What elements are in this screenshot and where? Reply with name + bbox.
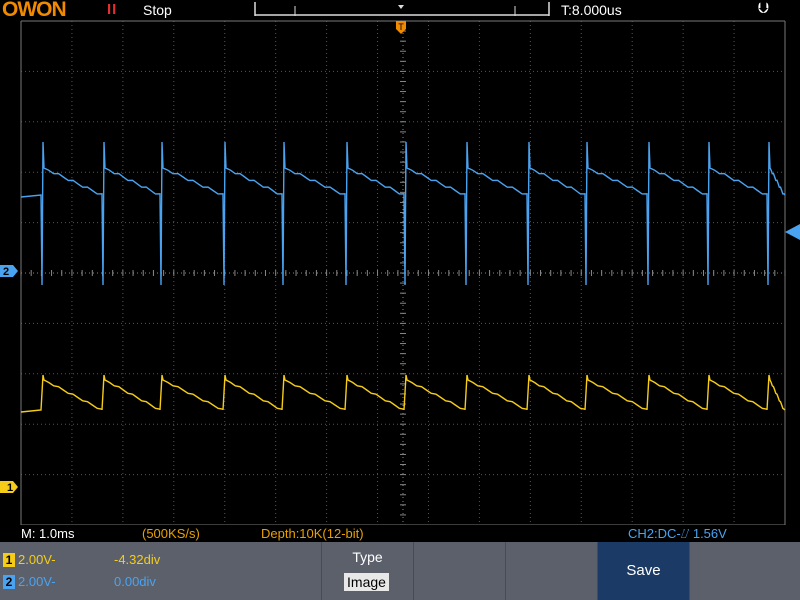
trigger-readout[interactable]: CH2:DC-⌰ 1.56V <box>628 526 727 542</box>
ch1-badge: 1 <box>3 553 15 567</box>
ch2-position: 0.00div <box>114 574 156 589</box>
menu-bar: 1 2.00V- -4.32div 2 2.00V- 0.00div Type … <box>0 542 800 600</box>
status-bar: OWON II Stop T:8.000us ⮋ <box>0 0 800 21</box>
graticule <box>20 20 786 525</box>
type-value: Image <box>344 573 389 591</box>
trigger-level-marker <box>785 224 800 240</box>
svg-text:T: T <box>398 22 404 32</box>
ch2-offset-marker[interactable]: 2 <box>0 265 18 278</box>
trigger-position-marker[interactable]: T <box>396 21 406 34</box>
timebase-readout[interactable]: M: 1.0ms <box>21 526 74 541</box>
memory-position-bar[interactable] <box>254 2 550 16</box>
usb-icon: ⮋ <box>758 0 770 17</box>
menu-slot-2[interactable] <box>413 542 505 600</box>
type-menu-button[interactable]: Type Image <box>321 542 413 600</box>
horizontal-offset: T:8.000us <box>561 2 622 18</box>
ch1-offset-marker[interactable]: 1 <box>0 481 18 494</box>
memory-depth-readout: Depth:10K(12-bit) <box>261 526 364 541</box>
save-label: Save <box>626 562 661 579</box>
svg-text:1: 1 <box>7 482 13 494</box>
type-label: Type <box>352 549 383 565</box>
menu-slot-5[interactable] <box>689 542 800 600</box>
save-button[interactable]: Save <box>597 542 689 600</box>
acquisition-info-line: M: 1.0ms (500KS/s) Depth:10K(12-bit) CH2… <box>0 525 800 542</box>
svg-text:2: 2 <box>3 266 9 278</box>
memory-window-pointer-icon <box>398 5 404 9</box>
ch1-position: -4.32div <box>114 552 161 567</box>
sample-rate-readout: (500KS/s) <box>142 526 200 541</box>
pause-icon[interactable]: II <box>107 1 117 18</box>
ch2-badge: 2 <box>3 575 15 589</box>
waveform-display[interactable]: T 2 1 <box>0 20 800 525</box>
ch1-volts-per-div: 2.00V- <box>18 552 56 567</box>
menu-slot-3[interactable] <box>505 542 597 600</box>
acquisition-state: Stop <box>143 2 172 18</box>
brand-logo: OWON <box>2 0 67 21</box>
ch2-volts-per-div: 2.00V- <box>18 574 56 589</box>
